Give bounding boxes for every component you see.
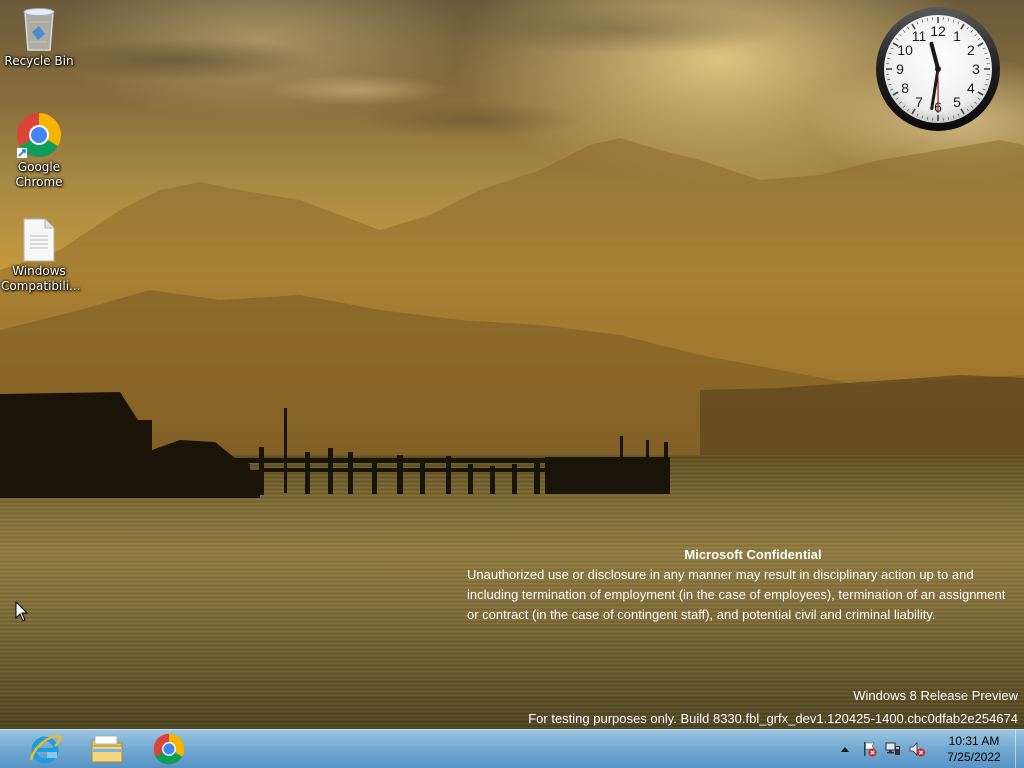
network-button[interactable] [884, 740, 902, 758]
volume-button[interactable] [908, 740, 926, 758]
clock-numeral: 1 [953, 28, 961, 44]
confidential-title: Microsoft Confidential [684, 547, 822, 562]
clock-gadget[interactable]: 121234567891011 [874, 5, 1002, 133]
clock-numeral: 7 [915, 94, 923, 110]
volume-muted-icon [909, 742, 925, 757]
taskbar: 10:31 AM 7/25/2022 [0, 729, 1024, 768]
document-icon [23, 218, 55, 262]
desktop-icon-label-line-2: Chrome [15, 175, 63, 189]
chrome-icon [17, 113, 61, 158]
network-icon [885, 742, 900, 755]
internet-explorer-icon [29, 734, 62, 764]
recycle-bin-icon [23, 8, 55, 51]
taskbar-google-chrome-button[interactable] [140, 731, 198, 767]
clock-numeral: 10 [897, 42, 913, 58]
clock-numeral: 9 [896, 61, 904, 77]
system-tray: 10:31 AM 7/25/2022 [833, 730, 1024, 768]
desktop-icon-windows-compatibility[interactable]: Windows Compatibili... [1, 218, 81, 294]
clock-numeral: 4 [967, 80, 975, 96]
chevron-up-icon [841, 747, 849, 752]
desktop-icon-recycle-bin[interactable]: Recycle Bin [1, 6, 77, 69]
action-center-flag-icon [864, 742, 877, 757]
build-watermark: Windows 8 Release Preview For testing pu… [528, 684, 1018, 730]
desktop-icon-label-line-1: Windows [12, 264, 66, 278]
chrome-icon [153, 733, 185, 765]
desktop-icon-label: Recycle Bin [4, 54, 74, 68]
edition-text: Windows 8 Release Preview [853, 688, 1018, 703]
taskbar-internet-explorer-button[interactable] [16, 731, 74, 767]
show-desktop-button[interactable] [1015, 730, 1024, 768]
taskbar-clock[interactable]: 10:31 AM 7/25/2022 [939, 733, 1009, 765]
mouse-cursor [15, 601, 29, 622]
show-hidden-icons-arrow[interactable] [836, 740, 854, 758]
clock-numeral: 2 [967, 42, 975, 58]
action-center-button[interactable] [860, 740, 878, 758]
taskbar-date: 7/25/2022 [947, 750, 1001, 764]
clock-numeral: 5 [953, 94, 961, 110]
taskbar-file-explorer-button[interactable] [78, 731, 136, 767]
file-explorer-icon [91, 735, 123, 763]
clock-center-pin [935, 66, 941, 72]
clock-numeral: 11 [912, 28, 927, 44]
clock-numeral: 12 [930, 23, 946, 39]
confidential-body: Unauthorized use or disclosure in any ma… [467, 567, 1006, 622]
desktop-icon-label-line-1: Google [17, 160, 61, 174]
build-text: For testing purposes only. Build 8330.fb… [528, 711, 1018, 726]
taskbar-time: 10:31 AM [948, 734, 1000, 748]
desktop-icon-label-line-2: Compatibili... [1, 279, 81, 293]
clock-numeral: 3 [972, 61, 980, 77]
confidential-notice: Microsoft Confidential Unauthorized use … [467, 545, 1019, 625]
clock-numeral: 8 [901, 80, 909, 96]
wallpaper-pier-silhouette [0, 392, 670, 498]
desktop[interactable]: Recycle Bin Google Chrome Windows Compat… [0, 0, 1024, 768]
desktop-icon-google-chrome[interactable]: Google Chrome [1, 112, 77, 190]
